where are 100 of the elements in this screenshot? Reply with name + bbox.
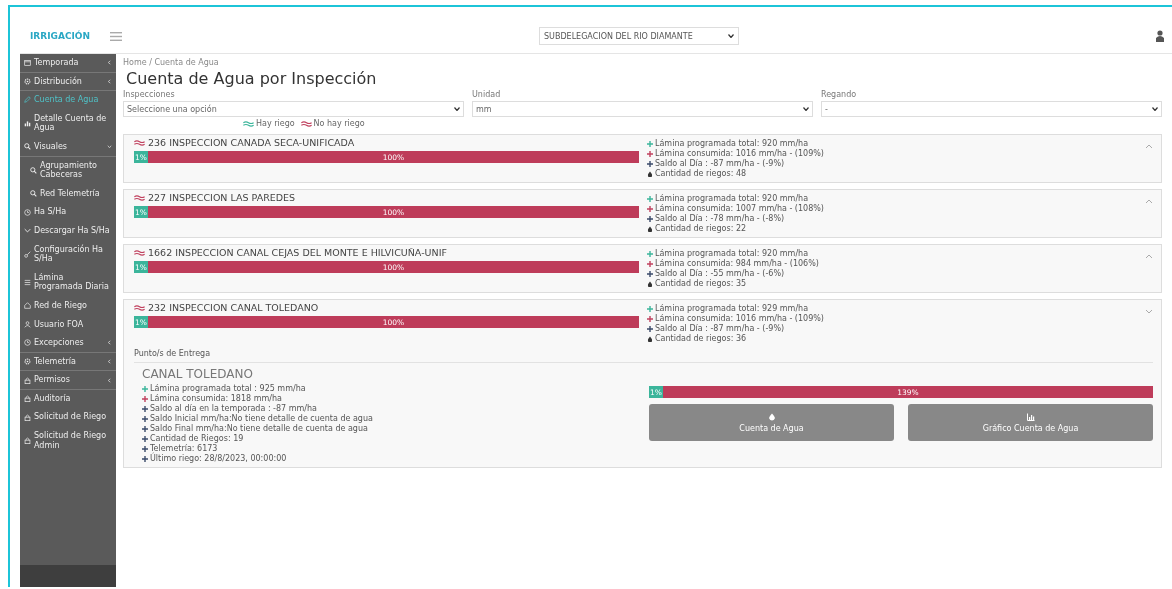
gear-icon: [24, 358, 31, 365]
subdelegation-select[interactable]: SUBDELEGACION DEL RIO DIAMANTE: [539, 27, 739, 45]
sidebar-item[interactable]: Usuario FOA: [20, 315, 116, 335]
user-icon: [24, 320, 31, 328]
action-button[interactable]: Cuenta de Agua: [649, 404, 894, 441]
select-field[interactable]: mm: [472, 101, 813, 117]
key-icon: [24, 250, 31, 258]
sidebar-item[interactable]: Red Telemetría: [20, 184, 116, 204]
plus-icon: [647, 215, 653, 222]
plus-icon: [647, 250, 653, 257]
lock-icon: [24, 395, 31, 403]
sidebar-item[interactable]: Configuración Ha S/Ha: [20, 240, 116, 269]
lock-icon: [24, 376, 31, 384]
plus-icon: [142, 405, 148, 412]
inspection-title: 227 INSPECCION LAS PAREDES: [148, 193, 296, 204]
search-icon: [24, 143, 31, 151]
list-icon: [24, 278, 31, 286]
sidebar-item[interactable]: Agrupamiento Cabeceras: [20, 156, 116, 185]
gear-icon: [24, 77, 31, 85]
legend-label: No hay riego: [313, 119, 365, 128]
drop-icon: [647, 280, 653, 287]
field-label: Unidad: [472, 90, 502, 99]
sidebar-item[interactable]: Solicitud de Riego Admin: [20, 427, 116, 456]
stat-text: Saldo Final mm/ha:No tiene detalle de cuenta de agua: [150, 424, 368, 433]
plus-icon: [142, 395, 148, 402]
caret-icon: [454, 107, 460, 111]
plus-icon: [647, 260, 653, 267]
stat-text: Lámina consumida: 984 mm/ha - (106%): [655, 259, 819, 268]
house-icon: [24, 302, 31, 310]
caret-icon: [1152, 107, 1158, 111]
sidebar-item[interactable]: Ha S/Ha: [20, 203, 116, 222]
plus-icon: [647, 315, 653, 322]
breadcrumb[interactable]: Home / Cuenta de Agua: [123, 58, 1162, 67]
sidebar-item[interactable]: Distribución: [20, 72, 116, 92]
stat-text: Saldo al Día : -87 mm/ha - (-9%): [655, 159, 785, 168]
stat-text: Lámina programada total: 920 mm/ha: [655, 249, 809, 258]
stat-text: Lámina programada total: 920 mm/ha: [655, 139, 809, 148]
chevron-down-icon: [24, 227, 31, 235]
sidebar-item[interactable]: Telemetría: [20, 352, 116, 372]
page-title: Cuenta de Agua por Inspección: [126, 69, 378, 88]
sidebar-item[interactable]: Cuenta de Agua: [20, 91, 116, 110]
calendar-icon: [24, 59, 31, 67]
stat-text: Último riego: 28/8/2023, 00:00:00: [150, 454, 287, 463]
sidebar-item[interactable]: Temporada: [20, 54, 116, 73]
field-label: Inspecciones: [123, 90, 176, 99]
select-field[interactable]: -: [821, 101, 1162, 117]
plus-icon: [647, 140, 653, 147]
stat-text: Lámina programada total : 925 mm/ha: [150, 384, 306, 393]
caret-icon: [728, 34, 734, 38]
stat-text: Saldo al Día : -87 mm/ha - (-9%): [655, 324, 785, 333]
stat-text: Lámina consumida: 1818 mm/ha: [150, 394, 282, 403]
plus-icon: [647, 205, 653, 212]
stat-text: Lámina consumida: 1016 mm/ha - (109%): [655, 149, 824, 158]
section-heading: Punto/s de Entrega: [134, 349, 1153, 363]
plus-icon: [647, 150, 653, 157]
bar-chart-icon: [24, 119, 31, 127]
bar-chart-icon: [1026, 412, 1035, 421]
plus-icon: [142, 455, 148, 462]
sidebar-item[interactable]: Solicitud de Riego: [20, 408, 116, 428]
lock-icon: [24, 413, 31, 421]
pencil-icon: [24, 96, 31, 104]
drop-icon: [647, 170, 653, 177]
inspection-title: 236 INSPECCION CANADA SECA-UNIFICADA: [148, 138, 355, 149]
stat-text: Cantidad de riegos: 48: [655, 169, 747, 178]
drop-icon: [767, 412, 776, 421]
sidebar-item[interactable]: Detalle Cuenta de Agua: [20, 109, 116, 138]
stat-text: Lámina programada total: 929 mm/ha: [655, 304, 809, 313]
action-button[interactable]: Gráfico Cuenta de Agua: [908, 404, 1153, 441]
stat-text: Saldo al Día : -55 mm/ha - (-6%): [655, 269, 785, 278]
stat-text: Cantidad de Riegos: 19: [150, 434, 244, 443]
stat-text: Cantidad de riegos: 22: [655, 224, 747, 233]
app-logo: IRRIGACIÓN: [29, 31, 92, 41]
plus-icon: [647, 305, 653, 312]
drop-icon: [647, 335, 653, 342]
plus-icon: [142, 445, 148, 452]
plus-icon: [647, 270, 653, 277]
sidebar-item[interactable]: Red de Riego: [20, 296, 116, 316]
inspection-title: 1662 INSPECCION CANAL CEJAS DEL MONTE E HILVICUÑA-UNIF: [148, 248, 447, 259]
sidebar-item[interactable]: Auditoría: [20, 389, 116, 409]
stat-text: Lámina programada total: 920 mm/ha: [655, 194, 809, 203]
user-icon: [1156, 30, 1164, 42]
drop-icon: [647, 225, 653, 232]
sidebar-item[interactable]: Permisos: [20, 371, 116, 390]
menu-icon: [110, 31, 122, 41]
sidebar-item[interactable]: Excepciones: [20, 334, 116, 353]
search-icon: [30, 166, 37, 174]
plus-icon: [142, 385, 148, 392]
sidebar-item[interactable]: Descargar Ha S/Ha: [20, 221, 116, 241]
plus-icon: [647, 195, 653, 202]
sidebar-item[interactable]: Visuales: [20, 137, 116, 157]
caret-icon: [803, 107, 809, 111]
stat-text: Saldo al Día : -78 mm/ha - (-8%): [655, 214, 785, 223]
stat-text: Cantidad de riegos: 36: [655, 334, 747, 343]
search-icon: [30, 190, 37, 198]
select-field[interactable]: Seleccione una opción: [123, 101, 464, 117]
stat-text: Cantidad de riegos: 35: [655, 279, 747, 288]
inspection-title: 232 INSPECCION CANAL TOLEDANO: [148, 303, 319, 314]
sidebar-item[interactable]: Lámina Programada Diaria: [20, 268, 116, 297]
plus-icon: [142, 415, 148, 422]
stat-text: Saldo Inicial mm/ha:No tiene detalle de cuenta de agua: [150, 414, 373, 423]
